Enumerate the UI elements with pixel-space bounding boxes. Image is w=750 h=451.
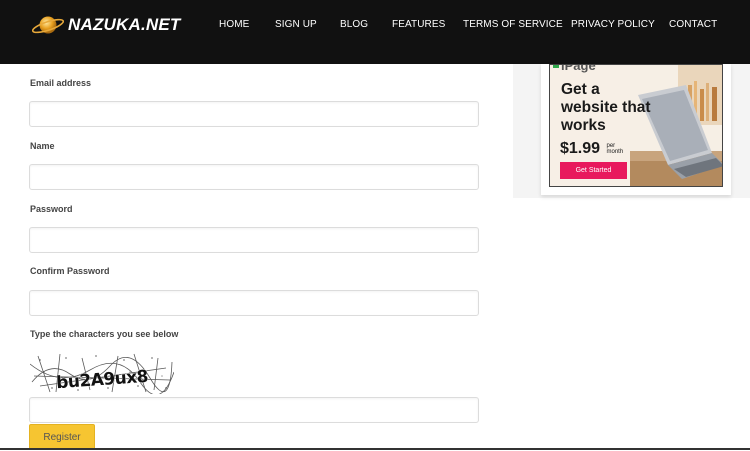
site-header: NAZUKA.NET HOME SIGN UP BLOG FEATURES TE… (0, 0, 750, 64)
logo-text: NAZUKA.NET (68, 15, 181, 34)
planet-icon (31, 16, 65, 34)
password-label: Password (30, 204, 73, 214)
email-label: Email address (30, 78, 92, 88)
captcha-label: Type the characters you see below (30, 329, 179, 339)
nav-contact[interactable]: CONTACT (669, 19, 717, 30)
register-button[interactable]: Register (29, 424, 95, 450)
name-field[interactable] (29, 164, 479, 190)
ad-price: $1.99 per month (560, 140, 631, 158)
nav-blog[interactable]: BLOG (340, 19, 368, 30)
email-field[interactable] (29, 101, 479, 127)
ad-headline: Get a website that works (561, 81, 651, 134)
password-field[interactable] (29, 227, 479, 253)
captcha-field[interactable] (29, 397, 479, 423)
name-label: Name (30, 141, 55, 151)
ipage-logo-mark (553, 65, 559, 68)
nav-privacy-policy[interactable]: PRIVACY POLICY (571, 19, 655, 30)
ad-banner[interactable]: iPage Get a website that works $1.99 per… (549, 64, 723, 187)
captcha-image: bu2A9ux8 (30, 352, 174, 394)
ad-price-unit: per month (606, 143, 624, 155)
nav-sign-up[interactable]: SIGN UP (275, 19, 317, 30)
nav-home[interactable]: HOME (219, 19, 249, 30)
nav-features[interactable]: FEATURES (392, 19, 445, 30)
site-logo[interactable]: NAZUKA.NET (30, 10, 181, 40)
nav-terms-of-service[interactable]: TERMS OF SERVICE (463, 19, 563, 30)
confirm-password-field[interactable] (29, 290, 479, 316)
ad-price-amount: $1.99 (560, 140, 601, 157)
confirm-password-label: Confirm Password (30, 266, 110, 276)
ad-brand: iPage (561, 64, 596, 73)
ad-get-started-button[interactable]: Get Started (560, 162, 627, 179)
